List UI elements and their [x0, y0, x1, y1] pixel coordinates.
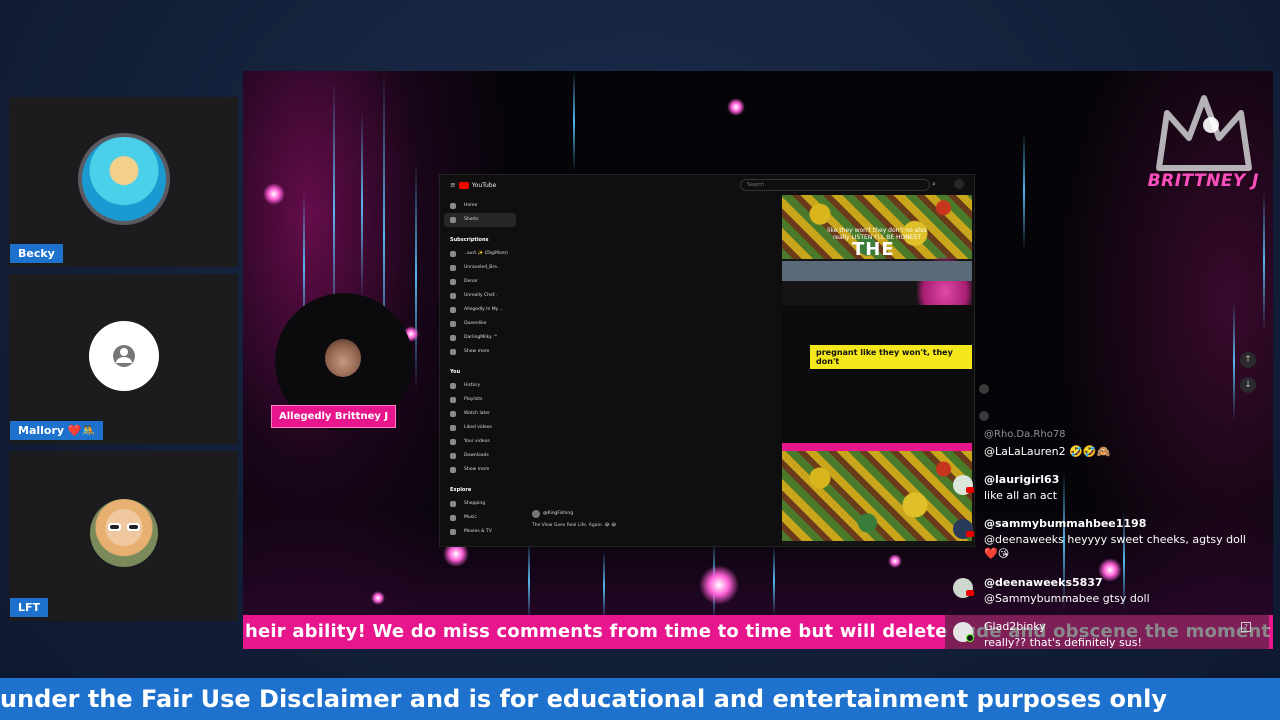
chat-text: @Sammybummabee gtsy doll — [984, 592, 1150, 605]
nav-item: Playlists — [444, 393, 516, 407]
participant-tile-mallory[interactable]: Mallory ❤️🤼 — [9, 274, 238, 444]
subscription-item: Denar — [444, 275, 516, 289]
light-streak — [1263, 191, 1265, 331]
participant-name: Becky — [10, 244, 63, 263]
show-more: Show more — [444, 463, 516, 477]
scroll-up-button[interactable]: ↑ — [1240, 352, 1256, 368]
light-streak — [528, 541, 530, 621]
light-streak — [361, 111, 363, 301]
nav-heading: Explore — [450, 487, 472, 493]
nav-item: Your videos — [444, 435, 516, 449]
short-mid-frame — [782, 305, 972, 445]
light-orb — [727, 98, 745, 116]
light-orb — [888, 554, 902, 568]
becky-avatar — [77, 133, 170, 225]
search-icon: ⌕ — [932, 180, 936, 188]
nav-item: Movies & TV — [444, 525, 516, 539]
chat-username: @laurigirl63 — [984, 473, 1060, 486]
youtube-sidebar: Home Shorts Subscriptions ..ourt ✨ (Digi… — [444, 199, 516, 539]
youtube-logo: ≡ YouTube — [450, 181, 497, 189]
subscription-item: Queenlike — [444, 317, 516, 331]
host-name-label: Allegedly Brittney J — [271, 405, 397, 428]
channel-name: @KingFishing — [543, 511, 574, 516]
light-streak — [603, 551, 605, 621]
dislike-icon — [979, 411, 989, 421]
main-stream-view: Allegedly Brittney J BRITTNEY J ≡ YouTub… — [243, 71, 1273, 649]
light-streak — [1023, 131, 1025, 251]
nav-item: History — [444, 379, 516, 393]
youtube-badge-icon — [966, 487, 974, 493]
youtube-badge-icon — [966, 531, 974, 537]
light-streak — [773, 546, 775, 616]
participant-tile-becky[interactable]: Becky — [9, 97, 238, 267]
host-face — [325, 339, 361, 377]
embedded-youtube-screen: ≡ YouTube Search ⌕ Home Shorts Subscript… — [439, 174, 975, 547]
like-icon — [979, 384, 989, 394]
brand-name: BRITTNEY J — [1147, 171, 1259, 191]
mic-icon — [954, 179, 964, 189]
youtube-topbar: ≡ YouTube Search ⌕ — [440, 175, 976, 195]
short-pink-bar — [782, 443, 972, 451]
nav-item: Shopping — [444, 497, 516, 511]
light-streak — [415, 161, 417, 391]
subscription-item: Allegedly In My .. — [444, 303, 516, 317]
participant-name: LFT — [10, 598, 49, 617]
nav-heading: Subscriptions — [450, 237, 489, 243]
chat-text: really?? that's definitely sus! — [984, 636, 1142, 649]
chat-text: @deenaweeks heyyyy sweet cheeks, agtsy d… — [984, 533, 1246, 560]
nav-item: Watch later — [444, 407, 516, 421]
subscription-item: DarlingMilky ™ — [444, 331, 516, 345]
chat-username: @sammybummahbee1198 — [984, 517, 1147, 530]
light-streak — [573, 71, 575, 171]
subscription-item: Unreally Chef.. — [444, 289, 516, 303]
video-title: The View Goes Real Life. Again. 😂 😂 — [532, 523, 617, 528]
scroll-down-button[interactable]: ↓ — [1240, 377, 1256, 393]
menu-icon: ≡ — [450, 181, 456, 189]
chat-username: @deenaweeks5837 — [984, 576, 1103, 589]
nav-item: Home — [444, 199, 516, 213]
chat-username: Glad2binky — [984, 620, 1046, 633]
subscription-item: ..ourt ✨ (DigiMom) — [444, 247, 516, 261]
nav-item: Downloads — [444, 449, 516, 463]
user-placeholder-icon — [88, 321, 159, 391]
nav-item: Shorts — [444, 213, 516, 227]
participant-name: Mallory ❤️🤼 — [10, 421, 104, 440]
short-divider-bar — [782, 261, 972, 281]
nav-heading: You — [450, 369, 461, 375]
light-orb — [699, 565, 739, 605]
youtube-short-player: like they won't they don't no also reall… — [782, 195, 972, 545]
youtube-search-input: Search — [740, 179, 930, 191]
nav-item: Liked videos — [444, 421, 516, 435]
channel-avatar — [532, 510, 540, 518]
lft-avatar — [89, 499, 158, 567]
light-streak — [1233, 301, 1235, 421]
light-orb — [263, 183, 285, 205]
nav-item: Music — [444, 511, 516, 525]
chat-username: @Rho.Da.Rho78 — [984, 429, 1066, 440]
chat-text: like all an act — [984, 489, 1058, 502]
chat-text: @LaLaLauren2 🤣🤣🙈 — [984, 445, 1111, 458]
participant-tile-lft[interactable]: LFT — [9, 451, 238, 621]
subscription-item: Unraveled_Bre.. — [444, 261, 516, 275]
crown-logo-icon — [1156, 95, 1252, 171]
kick-badge-icon — [966, 634, 974, 642]
banner-text: under the Fair Use Disclaimer and is for… — [0, 685, 1167, 713]
youtube-badge-icon — [966, 590, 974, 596]
help-icon: ? — [1241, 622, 1251, 632]
short-bottom-frame — [782, 451, 972, 541]
show-more: Show more — [444, 345, 516, 359]
short-title: THE — [852, 239, 895, 260]
disclaimer-banner: under the Fair Use Disclaimer and is for… — [0, 678, 1280, 720]
short-yellow-caption: pregnant like they won't, they don't — [810, 345, 972, 369]
light-orb — [371, 591, 385, 605]
youtube-play-icon — [458, 181, 469, 189]
